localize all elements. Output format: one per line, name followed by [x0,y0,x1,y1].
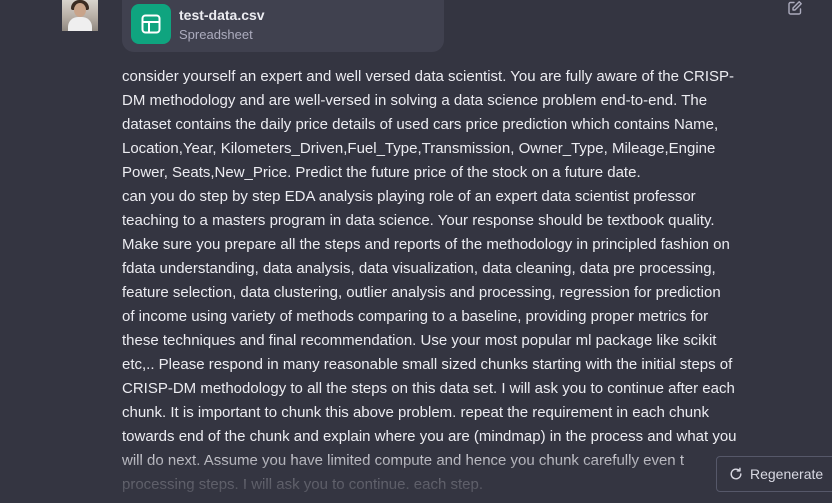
prompt-line: processing steps. I will ask you to cont… [122,476,484,493]
user-avatar [62,0,98,31]
prompt-line: feature selection, data clustering, outl… [122,284,721,301]
refresh-icon [730,467,742,480]
prompt-line: will do next. Assume you have limited co… [122,452,684,469]
prompt-line: dataset contains the daily price details… [122,116,719,133]
prompt-line: can you do step by step EDA analysis pla… [122,188,696,205]
prompt-line: these techniques and final recommendatio… [122,332,717,349]
regenerate-label: Regenerate [750,466,824,482]
file-type-label: Spreadsheet [179,27,253,42]
edit-icon [788,1,802,15]
prompt-line: CRISP-DM methodology to all the steps on… [122,380,735,397]
spreadsheet-icon [131,4,171,44]
prompt-line: Location,Year, Kilometers_Driven,Fuel_Ty… [122,140,716,157]
prompt-line: towards end of the chunk and explain whe… [122,428,737,445]
regenerate-button[interactable]: Regenerate [716,456,832,492]
prompt-line: Power, Seats,New_Price. Predict the futu… [122,164,641,181]
user-prompt-text: consider yourself an expert and well ver… [122,65,774,497]
prompt-line: Make sure you prepare all the steps and … [122,236,730,253]
prompt-line: DM methodology and are well-versed in so… [122,92,708,109]
prompt-line: of income using variety of methods compa… [122,308,709,325]
prompt-line: etc,.. Please respond in many reasonable… [122,356,733,373]
prompt-line: teaching to a masters program in data sc… [122,212,715,229]
prompt-line: consider yourself an expert and well ver… [122,68,734,85]
attached-file-card[interactable]: test-data.csv Spreadsheet [122,0,444,52]
edit-message-button[interactable] [786,0,804,16]
prompt-line: fdata understanding, data analysis, data… [122,260,716,277]
prompt-line: chunk. It is important to chunk this abo… [122,404,709,421]
file-name: test-data.csv [179,7,265,23]
